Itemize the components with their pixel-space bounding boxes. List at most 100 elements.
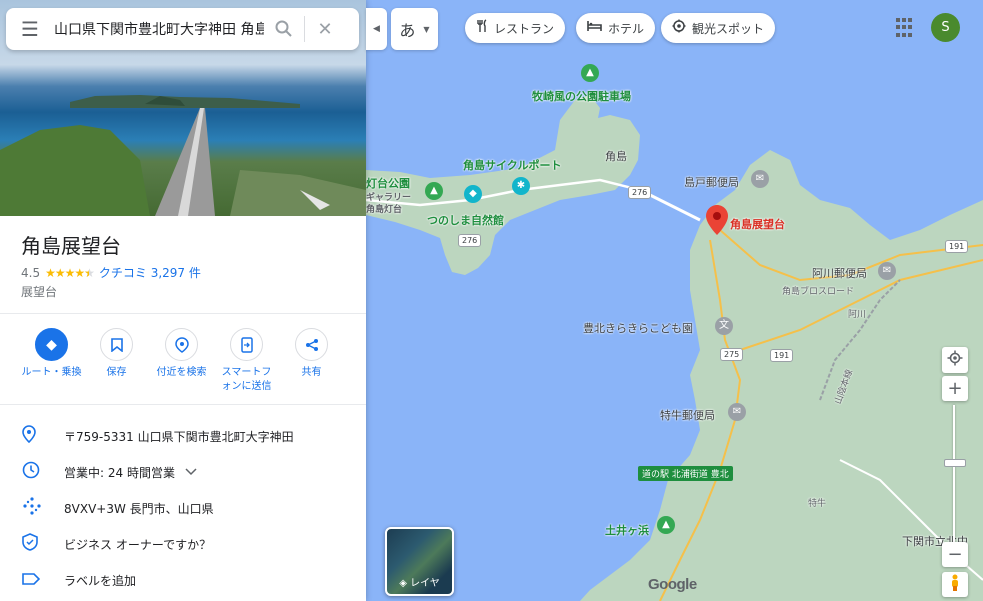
action-label: 保存 — [106, 367, 127, 378]
selected-location-pin-icon[interactable] — [706, 205, 728, 235]
pegman-icon — [950, 574, 960, 596]
share-button[interactable]: 共有 — [279, 328, 344, 394]
minus-icon: − — [947, 544, 963, 565]
zoom-slider-handle[interactable] — [944, 459, 966, 467]
zoom-slider-track[interactable] — [953, 405, 955, 545]
road-number-badge: 276 — [628, 186, 652, 199]
plus-icon: + — [947, 378, 963, 399]
action-label: 付近を検索 — [156, 367, 207, 378]
zoom-out-button[interactable]: − — [942, 542, 968, 567]
add-label-row[interactable]: ラベルを追加 — [0, 562, 366, 598]
search-icon[interactable] — [264, 8, 304, 50]
nearby-button[interactable]: 付近を検索 — [149, 328, 214, 394]
claim-business-text: ビジネス オーナーですか？ — [64, 537, 212, 552]
ime-label: あ — [399, 21, 416, 40]
collapse-panel-button[interactable]: ◀ — [366, 8, 387, 50]
hotels-chip[interactable]: ホテル — [576, 13, 656, 43]
map-label-road-name: 角島ブロスロード — [782, 287, 855, 297]
map-label-selected[interactable]: 角島展望台 — [730, 216, 785, 232]
hours-row[interactable]: 営業中: 24 時間営業 — [0, 454, 366, 490]
action-bar: ◆ ルート・乗換 保存 付近を検索 スマートフォンに送信 共有 — [0, 328, 366, 394]
map-label-tsunoshima: 角島 — [605, 150, 627, 163]
road-number-badge: 276 — [458, 234, 482, 247]
park-pin-icon[interactable]: ▲ — [581, 64, 599, 82]
apps-grid-icon[interactable] — [896, 18, 916, 38]
nearby-icon — [165, 328, 198, 361]
post-office-pin-icon[interactable]: ✉ — [751, 170, 769, 188]
park-pin-icon[interactable]: ✱ — [512, 177, 530, 195]
place-category[interactable]: 展望台 — [21, 283, 57, 300]
restaurant-icon — [476, 19, 488, 37]
chevron-down-icon[interactable] — [185, 465, 197, 479]
map-label-cycleport[interactable]: 角島サイクルポート — [463, 157, 561, 173]
layers-button[interactable]: ◈ レイヤ — [385, 527, 454, 596]
directions-button[interactable]: ◆ ルート・乗換 — [19, 328, 84, 394]
my-location-button[interactable] — [942, 347, 968, 373]
avatar[interactable]: S — [931, 13, 960, 42]
action-label: スマートフォンに送信 — [221, 367, 272, 392]
caret-down-icon: ▼ — [423, 24, 430, 34]
map-label-doigahama[interactable]: 土井ヶ浜 — [605, 522, 649, 538]
chip-label: 観光スポット — [692, 21, 765, 36]
action-label: 共有 — [301, 367, 322, 378]
location-pin-icon — [0, 425, 64, 447]
attractions-chip[interactable]: 観光スポット — [661, 13, 776, 43]
divider — [0, 404, 366, 405]
google-logo-text: Google — [648, 576, 697, 593]
post-office-pin-icon[interactable]: ✉ — [728, 403, 746, 421]
park-pin-icon[interactable]: ◆ — [464, 185, 482, 203]
map-label-tokugyu: 特牛 — [808, 499, 827, 509]
map-label-kodomoen[interactable]: 豊北きらきらこども園 — [583, 320, 693, 336]
restaurants-chip[interactable]: レストラン — [465, 13, 566, 43]
reviews-link[interactable]: クチコミ 3,297 件 — [99, 264, 201, 281]
layers-label: レイヤ — [410, 578, 440, 589]
menu-icon[interactable]: ☰ — [6, 8, 54, 50]
map-label-makisaki[interactable]: 牧崎風の公園駐車場 — [532, 88, 631, 104]
chip-label: レストラン — [494, 21, 555, 36]
map-label-shimado-post[interactable]: 島戸郵便局 — [684, 174, 739, 190]
post-office-pin-icon[interactable]: ✉ — [878, 262, 896, 280]
street-view-pegman[interactable] — [942, 572, 968, 597]
save-button[interactable]: 保存 — [84, 328, 149, 394]
hotel-icon — [587, 20, 602, 36]
map-label-agawa-post[interactable]: 阿川郵便局 — [812, 265, 867, 281]
attraction-icon — [672, 19, 686, 37]
directions-icon: ◆ — [35, 328, 68, 361]
add-label-text: ラベルを追加 — [64, 573, 137, 588]
shield-icon — [0, 533, 64, 555]
road-number-badge: 191 — [945, 240, 969, 253]
road-number-badge: 191 — [770, 349, 794, 362]
address-text: 〒759-5331 山口県下関市豊北町大字神田 — [64, 429, 294, 444]
divider — [0, 313, 366, 314]
place-panel: ☰ ✕ 角島展望台 4.5 ★★★★★★ クチコミ 3,297 件 展望台 ◆ … — [0, 0, 366, 601]
chip-label: ホテル — [608, 21, 645, 36]
bookmark-icon — [100, 328, 133, 361]
road-station-badge[interactable]: 道の駅 北浦街道 豊北 — [638, 466, 733, 481]
claim-business-row[interactable]: ビジネス オーナーですか？ — [0, 526, 366, 562]
map-label-agawa: 阿川 — [848, 310, 867, 320]
map-label-tokugyu-post[interactable]: 特牛郵便局 — [660, 407, 715, 423]
rating-value: 4.5 — [21, 265, 41, 280]
chevron-left-icon: ◀ — [373, 24, 380, 34]
plus-code-row[interactable]: 8VXV+3W 長門市、山口県 — [0, 490, 366, 526]
clock-icon — [0, 461, 64, 483]
park-pin-icon[interactable]: ▲ — [425, 182, 443, 200]
school-pin-icon[interactable]: 文 — [715, 317, 733, 335]
address-row[interactable]: 〒759-5331 山口県下関市豊北町大字神田 — [0, 418, 366, 454]
send-to-phone-button[interactable]: スマートフォンに送信 — [214, 328, 279, 394]
map-label-lighthouse-park[interactable]: 灯台公園 — [366, 175, 410, 191]
rating-row: 4.5 ★★★★★★ クチコミ 3,297 件 — [21, 264, 201, 281]
search-input[interactable] — [54, 17, 264, 41]
ime-button[interactable]: あ ▼ — [391, 8, 438, 50]
map-label-nature-museum[interactable]: つのしま自然館 — [427, 212, 504, 228]
close-icon[interactable]: ✕ — [305, 8, 345, 50]
zoom-in-button[interactable]: + — [942, 376, 968, 401]
park-pin-icon[interactable]: ▲ — [657, 516, 675, 534]
plus-code-text: 8VXV+3W 長門市、山口県 — [64, 501, 214, 516]
label-icon — [0, 571, 64, 590]
layers-icon: ◈ — [399, 578, 407, 589]
action-label: ルート・乗換 — [21, 367, 82, 378]
place-title: 角島展望台 — [21, 234, 121, 258]
send-to-phone-icon — [230, 328, 263, 361]
search-box: ☰ ✕ — [6, 8, 359, 50]
